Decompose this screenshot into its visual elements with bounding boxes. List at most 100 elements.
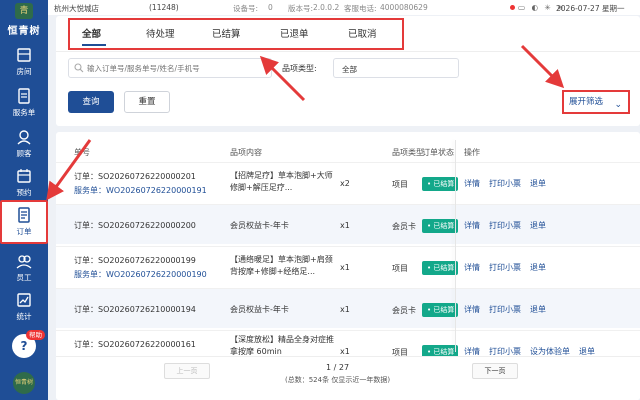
tab-refunded[interactable]: 已退单: [280, 26, 309, 40]
table-row[interactable]: 订单：SO20260726220000199 服务单：WO20260726220…: [56, 246, 640, 286]
col-ops: 操作: [464, 148, 480, 157]
service-number-link[interactable]: 服务单：WO20260726220000190: [74, 269, 207, 280]
expand-filters-button[interactable]: 展开筛选 ⌄: [562, 90, 630, 114]
staff-icon: [16, 255, 32, 269]
item-content: 【招牌足疗】草本泡脚+大师修脚+解压足疗...: [230, 171, 333, 192]
detail-link[interactable]: 详情: [464, 263, 480, 272]
search-input[interactable]: [87, 61, 267, 75]
sidebar-item-staff[interactable]: 员工: [0, 248, 48, 288]
sidebar-item-order[interactable]: 订单: [0, 200, 48, 244]
print-receipt-link[interactable]: 打印小票: [489, 305, 521, 314]
row-actions: 详情 打印小票 退单: [464, 220, 555, 231]
item-type: 项目: [392, 264, 408, 273]
row-actions: 详情 打印小票 退单: [464, 262, 555, 273]
refund-link[interactable]: 退单: [530, 305, 546, 314]
item-qty: x1: [340, 221, 350, 230]
item-qty: x1: [340, 347, 350, 356]
stats-icon: [17, 293, 31, 307]
set-trial-link[interactable]: 设为体验单: [530, 347, 570, 356]
brand-mark-icon: 青: [15, 3, 33, 19]
sidebar-item-room[interactable]: 房间: [0, 42, 48, 82]
sidebar-item-booking[interactable]: 预约: [0, 163, 48, 203]
reset-button[interactable]: 重置: [124, 91, 170, 113]
order-number: 订单：SO20260726220000161: [74, 340, 196, 349]
item-qty: x1: [340, 305, 350, 314]
refund-link[interactable]: 退单: [530, 263, 546, 272]
total-count: (总数：524条 仅显示近一年数据): [285, 376, 391, 384]
sidebar-item-customer[interactable]: 顾客: [0, 124, 48, 164]
orders-table: 单号 品项内容 品项类型 订单状态 操作 订单：SO20260726220000…: [56, 132, 640, 400]
sidebar-item-label: 服务单: [12, 108, 36, 117]
refund-link[interactable]: 退单: [530, 221, 546, 230]
hotline-label: 客服电话:: [344, 4, 377, 13]
item-type: 会员卡: [392, 222, 416, 231]
print-receipt-link[interactable]: 打印小票: [489, 347, 521, 356]
category-select[interactable]: 全部: [333, 58, 459, 78]
prev-page-button[interactable]: 上一页: [164, 363, 210, 379]
item-content: 会员权益卡-年卡: [230, 305, 289, 314]
col-status: 订单状态: [422, 148, 454, 157]
store-name: 杭州大悦城店: [54, 4, 99, 13]
detail-link[interactable]: 详情: [464, 221, 480, 230]
refund-link[interactable]: 退单: [530, 179, 546, 188]
tab-cancelled[interactable]: 已取消: [348, 26, 377, 40]
page-indicator: 1 / 27: [326, 363, 350, 372]
device-label: 设备号:: [233, 4, 259, 13]
print-receipt-link[interactable]: 打印小票: [489, 263, 521, 272]
table-row[interactable]: 订单：SO20260726210000194 会员权益卡-年卡 x1 会员卡 •…: [56, 288, 640, 328]
status-badge: • 已结算: [422, 219, 458, 233]
col-type: 品项类型: [392, 148, 424, 157]
item-content: 【通络暖足】草本泡脚+肩颈背按摩+修脚+经络足...: [230, 255, 333, 276]
table-row[interactable]: 订单：SO20260726220000200 会员权益卡-年卡 x1 会员卡 •…: [56, 204, 640, 244]
version-label: 版本号:: [288, 4, 314, 13]
row-actions: 详情 打印小票 退单: [464, 304, 555, 315]
sidebar-item-service-order[interactable]: 服务单: [0, 83, 48, 123]
order-icon: [18, 207, 30, 223]
version-value: 2.0.0.2: [313, 3, 340, 12]
query-button[interactable]: 查询: [68, 91, 114, 113]
customer-icon: [17, 130, 31, 145]
order-number: 订单：SO20260726220000201: [74, 172, 196, 181]
search-box[interactable]: [68, 58, 272, 78]
row-actions: 详情 打印小票 退单: [464, 178, 555, 189]
record-indicator-icon: [510, 5, 515, 10]
tab-all[interactable]: 全部: [82, 26, 101, 40]
detail-link[interactable]: 详情: [464, 179, 480, 188]
order-number: 订单：SO20260726220000200: [74, 221, 196, 230]
col-content: 品项内容: [230, 148, 262, 157]
room-icon: [17, 48, 31, 62]
service-number-link[interactable]: 服务单：WO20260726220000191: [74, 185, 207, 196]
sidebar-item-label: 房间: [16, 67, 32, 76]
device-value: 0: [268, 3, 273, 12]
sidebar-item-stats[interactable]: 统计: [0, 287, 48, 327]
service-order-icon: [18, 88, 30, 104]
status-badge: • 已结算: [422, 303, 458, 317]
pagination: 上一页 1 / 27 (总数：524条 仅显示近一年数据) 下一页: [56, 356, 640, 400]
item-type: 项目: [392, 180, 408, 189]
category-label: 品项类型:: [282, 64, 317, 73]
store-id: (11248): [149, 3, 179, 12]
order-number: 订单：SO20260726220000199: [74, 256, 196, 265]
tabs-divider: [56, 51, 640, 52]
chevron-down-icon: ⌄: [614, 100, 622, 110]
item-qty: x2: [340, 179, 350, 188]
brand-logo: 青 恒青树: [0, 0, 48, 42]
detail-link[interactable]: 详情: [464, 305, 480, 314]
tab-settled[interactable]: 已结算: [212, 26, 241, 40]
status-tabs: 全部 待处理 已结算 已退单 已取消: [68, 18, 404, 50]
expand-filters-label: 展开筛选: [569, 97, 604, 107]
refund-link[interactable]: 退单: [579, 347, 595, 356]
next-page-button[interactable]: 下一页: [472, 363, 518, 379]
detail-link[interactable]: 详情: [464, 347, 480, 356]
table-row[interactable]: 订单：SO20260726220000201 服务单：WO20260726220…: [56, 162, 640, 202]
sidebar-item-label: 订单: [16, 227, 32, 236]
print-receipt-link[interactable]: 打印小票: [489, 179, 521, 188]
actions-column-divider: [455, 140, 456, 352]
print-receipt-link[interactable]: 打印小票: [489, 221, 521, 230]
bottom-brand-logo: 恒青树: [13, 372, 35, 394]
calendar-icon: [17, 169, 31, 183]
tab-pending[interactable]: 待处理: [146, 26, 175, 40]
status-badge: • 已结算: [422, 177, 458, 191]
order-number: 订单：SO20260726210000194: [74, 305, 196, 314]
item-content: 会员权益卡-年卡: [230, 221, 289, 230]
